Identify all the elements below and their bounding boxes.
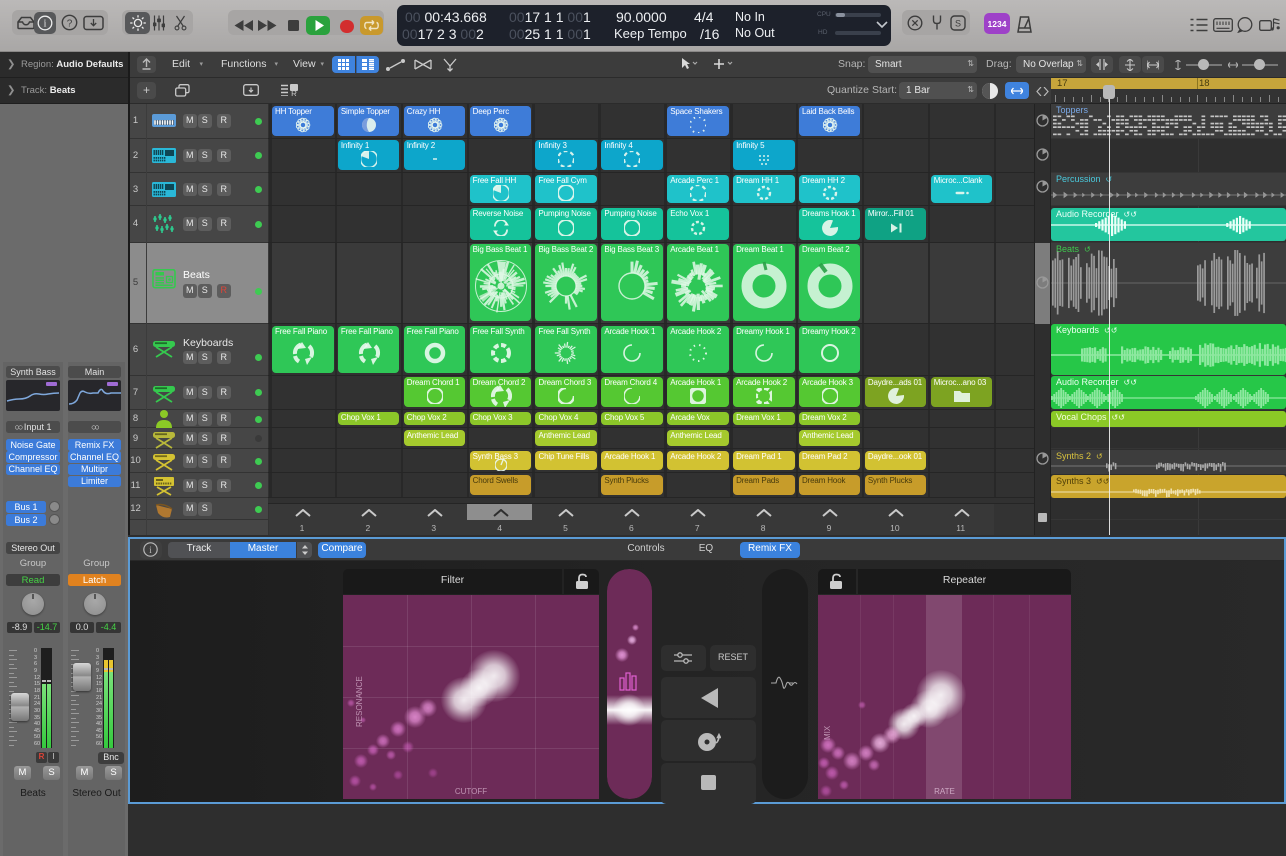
svg-text:R: R	[291, 90, 297, 97]
svg-text:S: S	[955, 18, 961, 28]
svg-text:i: i	[44, 18, 47, 29]
svg-text:?: ?	[67, 19, 73, 30]
svg-text:i: i	[149, 545, 152, 555]
